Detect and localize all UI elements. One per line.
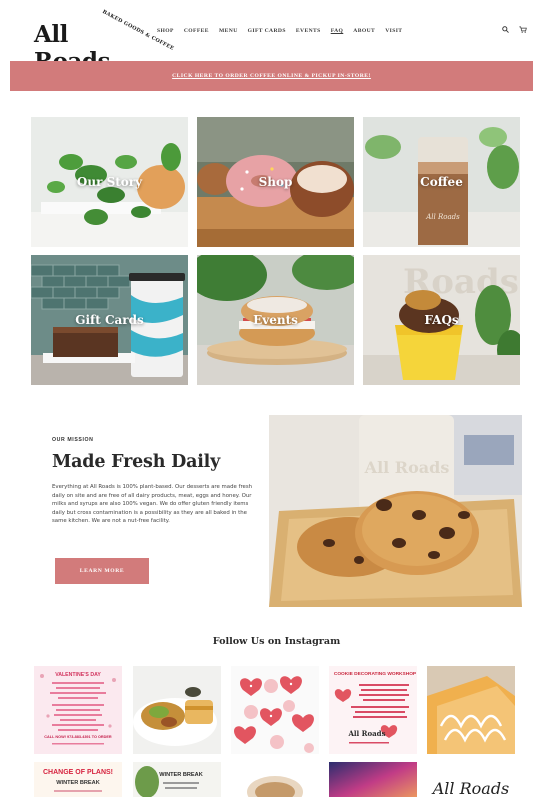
instagram-post-image: All Roads xyxy=(427,762,515,797)
instagram-post[interactable] xyxy=(133,666,221,754)
cookie-photo: All Roads xyxy=(269,415,522,607)
tile-faqs[interactable]: Roads FAQs xyxy=(363,255,520,385)
tile-our-story[interactable]: Our Story xyxy=(31,117,188,247)
instagram-post[interactable] xyxy=(231,666,319,754)
instagram-post[interactable]: All Roads xyxy=(427,762,515,797)
post-footer: CALL NOW! 973-883-4391 TO ORDER xyxy=(44,735,112,739)
post-heading: WINTER BREAK xyxy=(159,772,203,778)
post-heading: COOKIE DECORATING WORKSHOP xyxy=(334,671,417,677)
tile-label: Events xyxy=(253,313,298,327)
post-subheading: WINTER BREAK xyxy=(56,780,100,786)
learn-more-button[interactable]: LEARN MORE xyxy=(55,558,149,584)
post-heading: CHANGE OF PLANS! xyxy=(43,769,113,776)
instagram-post-image: WINTER BREAK xyxy=(133,762,221,797)
post-heading: VALENTINE'S DAY xyxy=(55,672,101,678)
mission-eyebrow: OUR MISSION xyxy=(52,437,94,443)
nav-menu[interactable]: MENU xyxy=(219,28,238,34)
mission-photo: All Roads xyxy=(269,415,522,607)
nav-coffee[interactable]: COFFEE xyxy=(184,28,209,34)
instagram-post[interactable] xyxy=(231,762,319,797)
instagram-post-image xyxy=(329,762,417,797)
cup-logo-text: All Roads xyxy=(364,458,450,477)
search-icon[interactable] xyxy=(502,26,509,33)
instagram-post[interactable]: CHANGE OF PLANS! WINTER BREAK xyxy=(34,762,122,797)
header-icons xyxy=(502,26,527,33)
post-logo: All Roads xyxy=(347,729,385,738)
main-nav: SHOP COFFEE MENU GIFT CARDS EVENTS FAQ A… xyxy=(157,28,412,34)
tile-gift-cards[interactable]: Gift Cards xyxy=(31,255,188,385)
instagram-post-image: VALENTINE'S DAY CALL NOW! 973-883-4391 T… xyxy=(34,666,122,754)
order-online-link[interactable]: CLICK HERE TO ORDER COFFEE ONLINE & PICK… xyxy=(172,73,371,79)
instagram-post-image: CHANGE OF PLANS! WINTER BREAK xyxy=(34,762,122,797)
nav-visit[interactable]: VISIT xyxy=(385,28,402,34)
instagram-post[interactable]: COOKIE DECORATING WORKSHOP All Roads xyxy=(329,666,417,754)
tile-shop[interactable]: Shop xyxy=(197,117,354,247)
site-logo[interactable]: All Roads BAKED GOODS & COFFEE xyxy=(34,9,175,75)
svg-text:All Roads: All Roads xyxy=(425,213,460,221)
post-text: All Roads xyxy=(431,779,510,797)
instagram-post-image xyxy=(231,666,319,754)
tile-label: FAQs xyxy=(424,313,459,327)
mission-body: Everything at All Roads is 100% plant-ba… xyxy=(52,484,253,524)
nav-about[interactable]: ABOUT xyxy=(353,28,375,34)
tile-label: Shop xyxy=(258,175,293,189)
instagram-post-image: COOKIE DECORATING WORKSHOP All Roads xyxy=(329,666,417,754)
mission-title: Made Fresh Daily xyxy=(52,452,221,472)
instagram-post[interactable]: WINTER BREAK xyxy=(133,762,221,797)
tile-label: Our Story xyxy=(76,175,143,189)
tile-label: Gift Cards xyxy=(75,313,144,327)
tile-coffee[interactable]: All Roads Coffee xyxy=(363,117,520,247)
tile-label: Coffee xyxy=(420,175,463,189)
instagram-post-image xyxy=(133,666,221,754)
nav-shop[interactable]: SHOP xyxy=(157,28,174,34)
instagram-post-image xyxy=(427,666,515,754)
nav-gift-cards[interactable]: GIFT CARDS xyxy=(248,28,286,34)
instagram-post[interactable] xyxy=(329,762,417,797)
order-online-banner: CLICK HERE TO ORDER COFFEE ONLINE & PICK… xyxy=(10,61,533,91)
cart-icon[interactable] xyxy=(519,26,527,33)
instagram-post-image xyxy=(231,762,319,797)
tile-events[interactable]: Events xyxy=(197,255,354,385)
nav-faq[interactable]: FAQ xyxy=(331,28,344,34)
instagram-post[interactable] xyxy=(427,666,515,754)
instagram-title: Follow Us on Instagram xyxy=(212,636,341,647)
nav-events[interactable]: EVENTS xyxy=(296,28,321,34)
instagram-post[interactable]: VALENTINE'S DAY CALL NOW! 973-883-4391 T… xyxy=(34,666,122,754)
